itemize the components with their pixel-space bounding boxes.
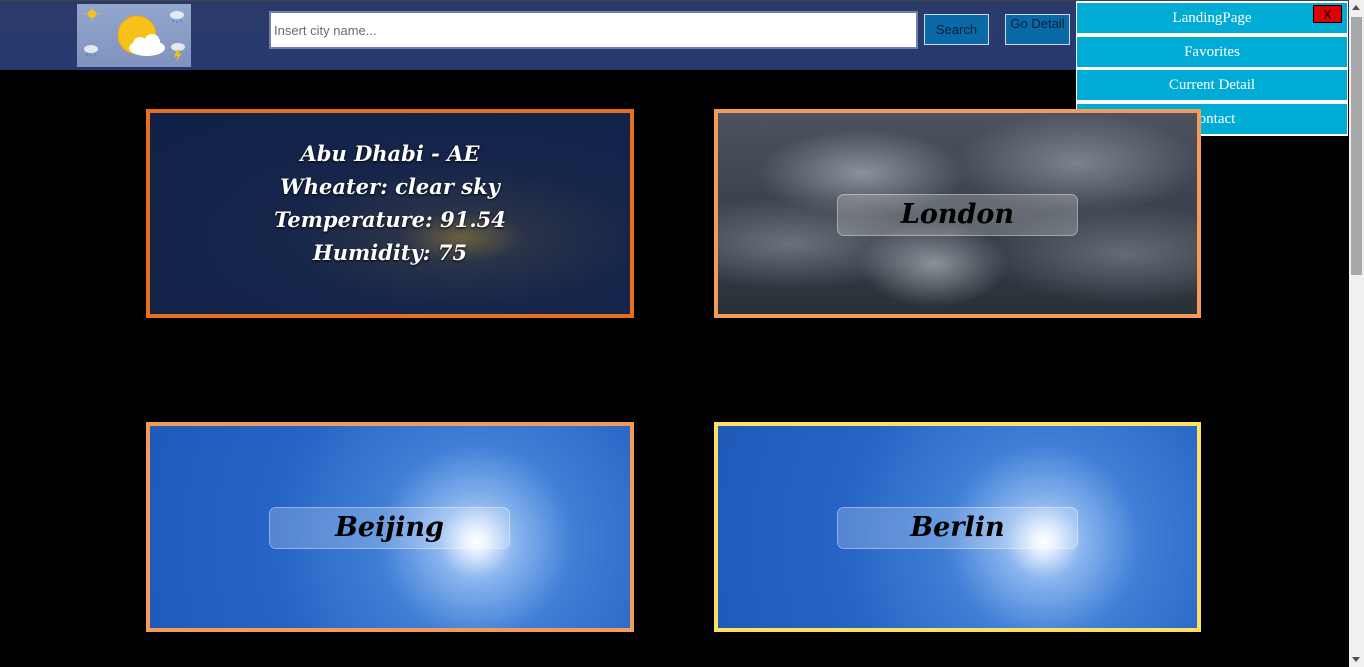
- go-detail-button[interactable]: Go Detail: [1005, 14, 1070, 45]
- city-card-beijing[interactable]: Beijing: [146, 422, 634, 632]
- weather-description: Wheater: clear sky: [280, 174, 500, 199]
- humidity-value: Humidity: 75: [312, 240, 468, 265]
- search-input[interactable]: [269, 11, 918, 49]
- city-label-beijing: Beijing: [269, 507, 510, 549]
- menu-item-favorites[interactable]: Favorites: [1077, 37, 1347, 67]
- weather-logo[interactable]: [77, 4, 191, 67]
- menu-item-current-detail[interactable]: Current Detail: [1077, 70, 1347, 100]
- scroll-up-arrow-icon[interactable]: [1352, 5, 1360, 10]
- menu-close-button[interactable]: X: [1313, 5, 1342, 23]
- scrollbar-thumb[interactable]: [1351, 17, 1362, 275]
- city-label-london: London: [837, 194, 1078, 236]
- city-card-abu-dhabi[interactable]: Abu Dhabi - AE Wheater: clear sky Temper…: [146, 109, 634, 318]
- city-card-london[interactable]: London: [714, 109, 1201, 318]
- page-scrollbar[interactable]: [1349, 0, 1364, 667]
- temperature-value: Temperature: 91.54: [274, 207, 506, 232]
- search-button[interactable]: Search: [924, 14, 989, 45]
- city-label-berlin: Berlin: [837, 507, 1078, 549]
- menu-item-landing-page[interactable]: LandingPage: [1077, 3, 1347, 33]
- weather-logo-icon: [84, 7, 185, 62]
- scroll-down-arrow-icon[interactable]: [1352, 657, 1360, 662]
- city-card-berlin[interactable]: Berlin: [714, 422, 1201, 632]
- weather-info: Abu Dhabi - AE Wheater: clear sky Temper…: [150, 137, 630, 269]
- city-title: Abu Dhabi - AE: [300, 141, 480, 166]
